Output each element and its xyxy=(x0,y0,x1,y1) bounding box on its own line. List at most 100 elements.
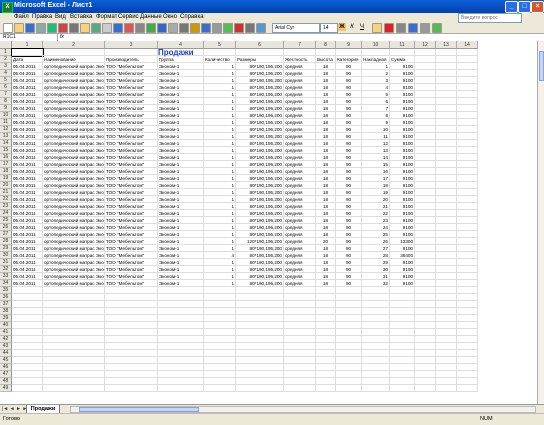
toolbar-button-icon[interactable] xyxy=(223,23,233,33)
cell[interactable]: ТОО "Мебельтом" xyxy=(105,252,158,259)
cell[interactable]: ТОО "Мебельтом" xyxy=(105,224,158,231)
cell[interactable] xyxy=(105,364,158,371)
cell[interactable]: 90 xyxy=(336,84,362,91)
cell[interactable] xyxy=(390,378,415,385)
cell[interactable]: ортопедический матрас Эконом-1 xyxy=(43,91,105,98)
cell[interactable]: 05.04.2011 xyxy=(12,147,43,154)
cell[interactable] xyxy=(436,126,457,133)
cell[interactable] xyxy=(336,364,362,371)
cell[interactable] xyxy=(457,343,478,350)
cell[interactable] xyxy=(436,343,457,350)
cell[interactable]: 05.04.2011 xyxy=(12,217,43,224)
cell[interactable]: 80*190,195,200 xyxy=(236,140,284,147)
cell[interactable]: средняя xyxy=(284,63,316,70)
cell[interactable]: 90 xyxy=(336,105,362,112)
cell[interactable] xyxy=(362,371,390,378)
cell[interactable] xyxy=(436,189,457,196)
cell[interactable]: 15 xyxy=(362,161,390,168)
toolbar-button-icon[interactable] xyxy=(47,23,57,33)
font-size-select[interactable]: 14 xyxy=(320,23,338,33)
cell[interactable]: 05.04.2011 xyxy=(12,182,43,189)
toolbar-button-icon[interactable] xyxy=(36,23,46,33)
toolbar-button-icon[interactable] xyxy=(135,23,145,33)
worksheet-grid[interactable]: 1 2 3 4 5 6 7 8 9 10 11 12 13 14 1 2 Дата Наименование Про… xyxy=(0,41,537,404)
cell[interactable] xyxy=(336,357,362,364)
tab-navigation[interactable]: |◄ ◄ ► ►| xyxy=(2,406,29,412)
row-header[interactable]: 31 xyxy=(0,259,12,266)
cell[interactable] xyxy=(457,70,478,77)
format-button-icon[interactable] xyxy=(432,23,442,33)
cell[interactable]: средняя xyxy=(284,280,316,287)
cell[interactable]: ортопедический матрас Эконом-1 xyxy=(43,175,105,182)
cell[interactable] xyxy=(43,294,105,301)
cell[interactable]: 9100 xyxy=(390,266,415,273)
cell[interactable] xyxy=(336,371,362,378)
cell[interactable]: средняя xyxy=(284,119,316,126)
cell[interactable]: 18 xyxy=(316,84,336,91)
cell[interactable] xyxy=(284,336,316,343)
cell[interactable] xyxy=(43,364,105,371)
cell[interactable]: 1 xyxy=(204,238,236,245)
cell[interactable] xyxy=(336,322,362,329)
cell[interactable] xyxy=(457,329,478,336)
cell[interactable]: Эконом-1 xyxy=(158,252,204,259)
cell[interactable] xyxy=(204,287,236,294)
cell[interactable] xyxy=(43,343,105,350)
cell[interactable] xyxy=(158,364,204,371)
cell[interactable]: ТОО "Мебельтом" xyxy=(105,245,158,252)
cell[interactable]: 80*190,195,200 xyxy=(236,252,284,259)
cell[interactable]: ортопедический матрас Эконом-1 xyxy=(43,252,105,259)
cell[interactable] xyxy=(43,49,105,56)
cell[interactable]: ортопедический матрас Эконом-1 xyxy=(43,203,105,210)
italic-button[interactable]: К xyxy=(348,23,356,31)
cell[interactable]: 90 xyxy=(336,154,362,161)
cell[interactable] xyxy=(284,294,316,301)
cell[interactable] xyxy=(415,77,436,84)
cell[interactable] xyxy=(415,175,436,182)
cell[interactable]: 05.04.2011 xyxy=(12,203,43,210)
toolbar-button-icon[interactable] xyxy=(245,23,255,33)
cell[interactable] xyxy=(236,378,284,385)
cell[interactable] xyxy=(316,308,336,315)
cell[interactable]: 1 xyxy=(362,63,390,70)
cell[interactable] xyxy=(236,322,284,329)
cell[interactable] xyxy=(457,161,478,168)
cell[interactable] xyxy=(457,294,478,301)
cell[interactable] xyxy=(204,315,236,322)
row-header[interactable]: 16 xyxy=(0,154,12,161)
cell[interactable] xyxy=(362,378,390,385)
cell[interactable] xyxy=(457,91,478,98)
cell[interactable] xyxy=(158,287,204,294)
toolbar-button-icon[interactable] xyxy=(201,23,211,33)
cell[interactable]: Эконом-1 xyxy=(158,63,204,70)
cell[interactable] xyxy=(415,56,436,63)
cell[interactable]: 1 xyxy=(204,231,236,238)
cell[interactable] xyxy=(436,196,457,203)
row-header[interactable]: 27 xyxy=(0,231,12,238)
column-header[interactable]: 11 xyxy=(390,41,415,49)
row-header[interactable]: 29 xyxy=(0,245,12,252)
format-button-icon[interactable] xyxy=(384,23,394,33)
cell[interactable] xyxy=(105,315,158,322)
select-all-corner[interactable] xyxy=(0,41,12,49)
row-header[interactable]: 17 xyxy=(0,161,12,168)
cell[interactable] xyxy=(457,196,478,203)
cell[interactable]: Эконом-1 xyxy=(158,189,204,196)
row-header[interactable]: 4 xyxy=(0,70,12,77)
cell[interactable]: 18 xyxy=(316,161,336,168)
cell[interactable] xyxy=(457,105,478,112)
cell[interactable]: Эконом-1 xyxy=(158,238,204,245)
cell[interactable]: 5 xyxy=(362,91,390,98)
cell[interactable]: 18 xyxy=(316,168,336,175)
row-header[interactable]: 47 xyxy=(0,371,12,378)
cell[interactable]: средняя xyxy=(284,231,316,238)
cell[interactable]: ТОО "Мебельтом" xyxy=(105,133,158,140)
row-header[interactable]: 38 xyxy=(0,308,12,315)
cell[interactable]: 05.04.2011 xyxy=(12,70,43,77)
cell[interactable]: 18 xyxy=(316,266,336,273)
toolbar-button-icon[interactable] xyxy=(14,23,24,33)
cell[interactable]: 1 xyxy=(204,91,236,98)
cell[interactable]: 05.04.2011 xyxy=(12,133,43,140)
cell[interactable] xyxy=(436,161,457,168)
cell[interactable]: средняя xyxy=(284,238,316,245)
